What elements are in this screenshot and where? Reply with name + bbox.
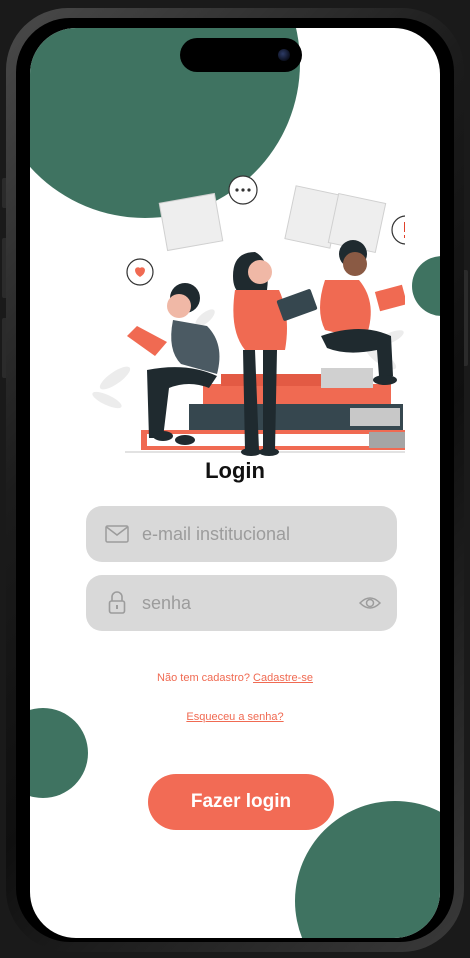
forgot-password-link[interactable]: Esqueceu a senha? [186,711,283,723]
students-reading-illustration [92,175,405,456]
right-edge-blob [412,256,440,316]
signup-row: Não tem cadastro? Cadastre-se [30,672,440,684]
signup-prompt: Não tem cadastro? [157,672,250,684]
dynamic-island [180,38,302,72]
forgot-row: Esqueceu a senha? [30,711,440,723]
lock-icon [104,590,130,616]
login-button[interactable]: Fazer login [148,774,334,830]
signup-link[interactable]: Cadastre-se [253,672,313,684]
email-field[interactable] [86,506,397,562]
login-title: Login [205,458,265,483]
login-screen: Login Não tem cadastro? Cadastre-se Esqu… [30,28,440,938]
password-input[interactable] [140,591,344,615]
email-input[interactable] [140,522,344,546]
password-field[interactable] [86,575,397,631]
mail-icon [104,521,130,547]
camera-icon [278,49,290,61]
eye-icon[interactable] [358,593,382,613]
